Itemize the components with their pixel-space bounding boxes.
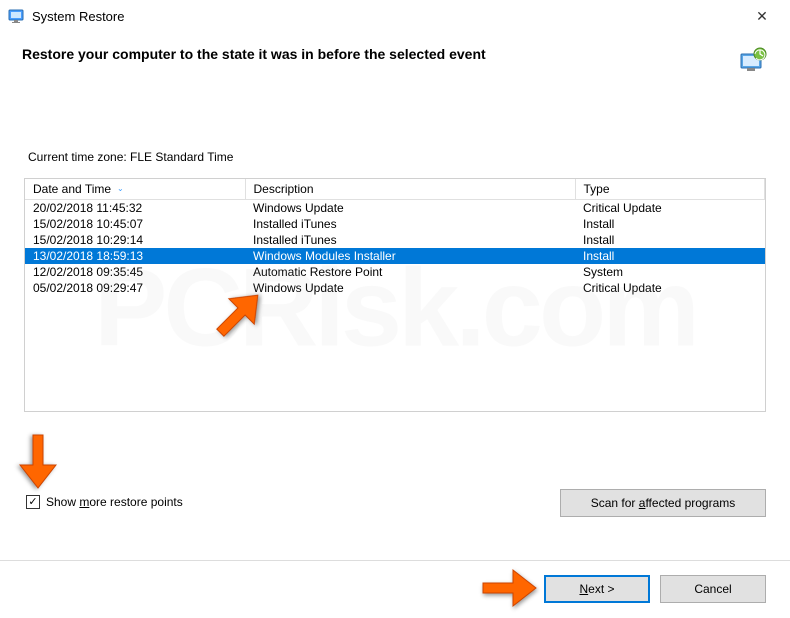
- cell-date: 13/02/2018 18:59:13: [25, 248, 245, 264]
- table-row[interactable]: 13/02/2018 18:59:13Windows Modules Insta…: [25, 248, 765, 264]
- cell-type: Install: [575, 232, 765, 248]
- timezone-label: Current time zone: FLE Standard Time: [0, 80, 790, 172]
- restore-points-table[interactable]: Date and Time⌄ Description Type 20/02/20…: [24, 178, 766, 412]
- cell-type: Critical Update: [575, 280, 765, 296]
- table-header-row[interactable]: Date and Time⌄ Description Type: [25, 179, 765, 200]
- cell-date: 12/02/2018 09:35:45: [25, 264, 245, 280]
- monitor-icon: [8, 7, 26, 25]
- checkbox-label: Show more restore points: [46, 495, 183, 509]
- close-button[interactable]: ✕: [742, 4, 782, 28]
- cell-type: System: [575, 264, 765, 280]
- restore-icon: [738, 46, 768, 74]
- cell-desc: Automatic Restore Point: [245, 264, 575, 280]
- show-more-checkbox[interactable]: ✓ Show more restore points: [26, 495, 183, 509]
- table-row[interactable]: 15/02/2018 10:29:14Installed iTunesInsta…: [25, 232, 765, 248]
- table-row[interactable]: 15/02/2018 10:45:07Installed iTunesInsta…: [25, 216, 765, 232]
- cell-desc: Installed iTunes: [245, 216, 575, 232]
- cell-type: Install: [575, 216, 765, 232]
- hint-arrow-icon: [8, 430, 68, 490]
- window-title: System Restore: [32, 9, 742, 24]
- table-row[interactable]: 12/02/2018 09:35:45Automatic Restore Poi…: [25, 264, 765, 280]
- scan-affected-button[interactable]: Scan for affected programs: [560, 489, 766, 517]
- col-header-type[interactable]: Type: [575, 179, 765, 200]
- checkbox-icon[interactable]: ✓: [26, 495, 40, 509]
- cell-type: Install: [575, 248, 765, 264]
- next-button[interactable]: Next >: [544, 575, 650, 603]
- cell-date: 15/02/2018 10:45:07: [25, 216, 245, 232]
- cell-date: 05/02/2018 09:29:47: [25, 280, 245, 296]
- header: Restore your computer to the state it wa…: [0, 32, 790, 80]
- cell-type: Critical Update: [575, 200, 765, 217]
- cell-desc: Windows Update: [245, 200, 575, 217]
- cell-desc: Installed iTunes: [245, 232, 575, 248]
- sort-arrow-icon: ⌄: [117, 184, 124, 193]
- cell-desc: Windows Update: [245, 280, 575, 296]
- cell-date: 20/02/2018 11:45:32: [25, 200, 245, 217]
- bottom-bar: Next > Cancel: [0, 560, 790, 616]
- col-header-date[interactable]: Date and Time⌄: [25, 179, 245, 200]
- cell-desc: Windows Modules Installer: [245, 248, 575, 264]
- table-row[interactable]: 05/02/2018 09:29:47Windows UpdateCritica…: [25, 280, 765, 296]
- cancel-button[interactable]: Cancel: [660, 575, 766, 603]
- titlebar: System Restore ✕: [0, 0, 790, 32]
- table-row[interactable]: 20/02/2018 11:45:32Windows UpdateCritica…: [25, 200, 765, 217]
- hint-arrow-icon: [478, 558, 538, 618]
- col-header-description[interactable]: Description: [245, 179, 575, 200]
- cell-date: 15/02/2018 10:29:14: [25, 232, 245, 248]
- page-heading: Restore your computer to the state it wa…: [22, 46, 738, 62]
